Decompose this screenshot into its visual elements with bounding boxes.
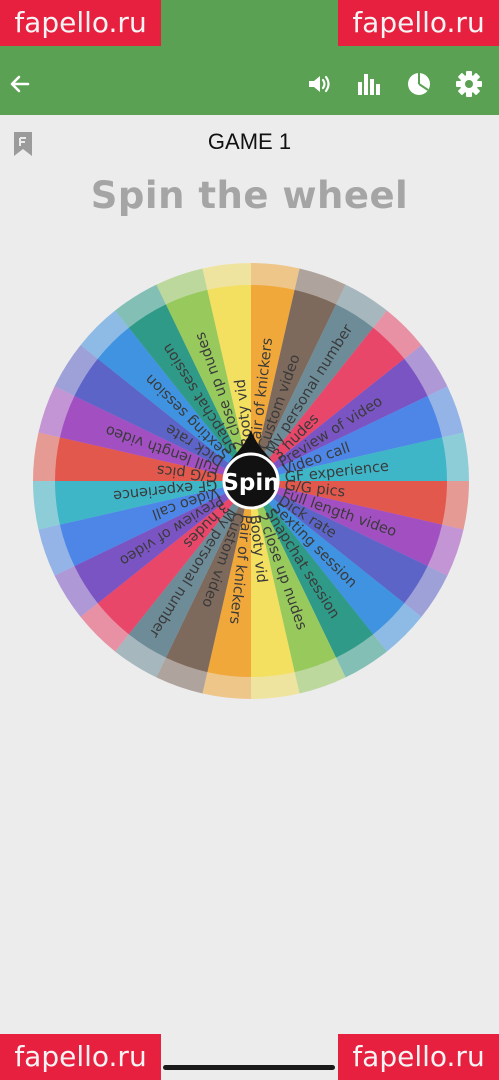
watermark-bottom-left: fapello.ru (0, 1034, 161, 1080)
spin-label: Spin (222, 470, 279, 496)
back-button[interactable] (4, 68, 36, 100)
settings-button[interactable] (453, 68, 485, 100)
arrow-left-icon (10, 75, 30, 93)
gear-icon (456, 71, 482, 97)
pie-chart-icon (408, 73, 430, 95)
stats-button[interactable] (352, 68, 384, 100)
results-button[interactable] (403, 68, 435, 100)
spin-wheel[interactable]: Pair of knickersCustom videoMy personal … (28, 258, 474, 704)
stats-icon (358, 74, 380, 95)
watermark-bottom-right: fapello.ru (338, 1034, 499, 1080)
watermark-top-left: fapello.ru (0, 0, 161, 46)
watermark-top-right: fapello.ru (338, 0, 499, 46)
game-title: GAME 1 (207, 129, 292, 154)
home-indicator (163, 1065, 335, 1070)
volume-icon (309, 75, 330, 93)
volume-button[interactable] (303, 68, 335, 100)
page-title: Spin the wheel (90, 174, 409, 217)
